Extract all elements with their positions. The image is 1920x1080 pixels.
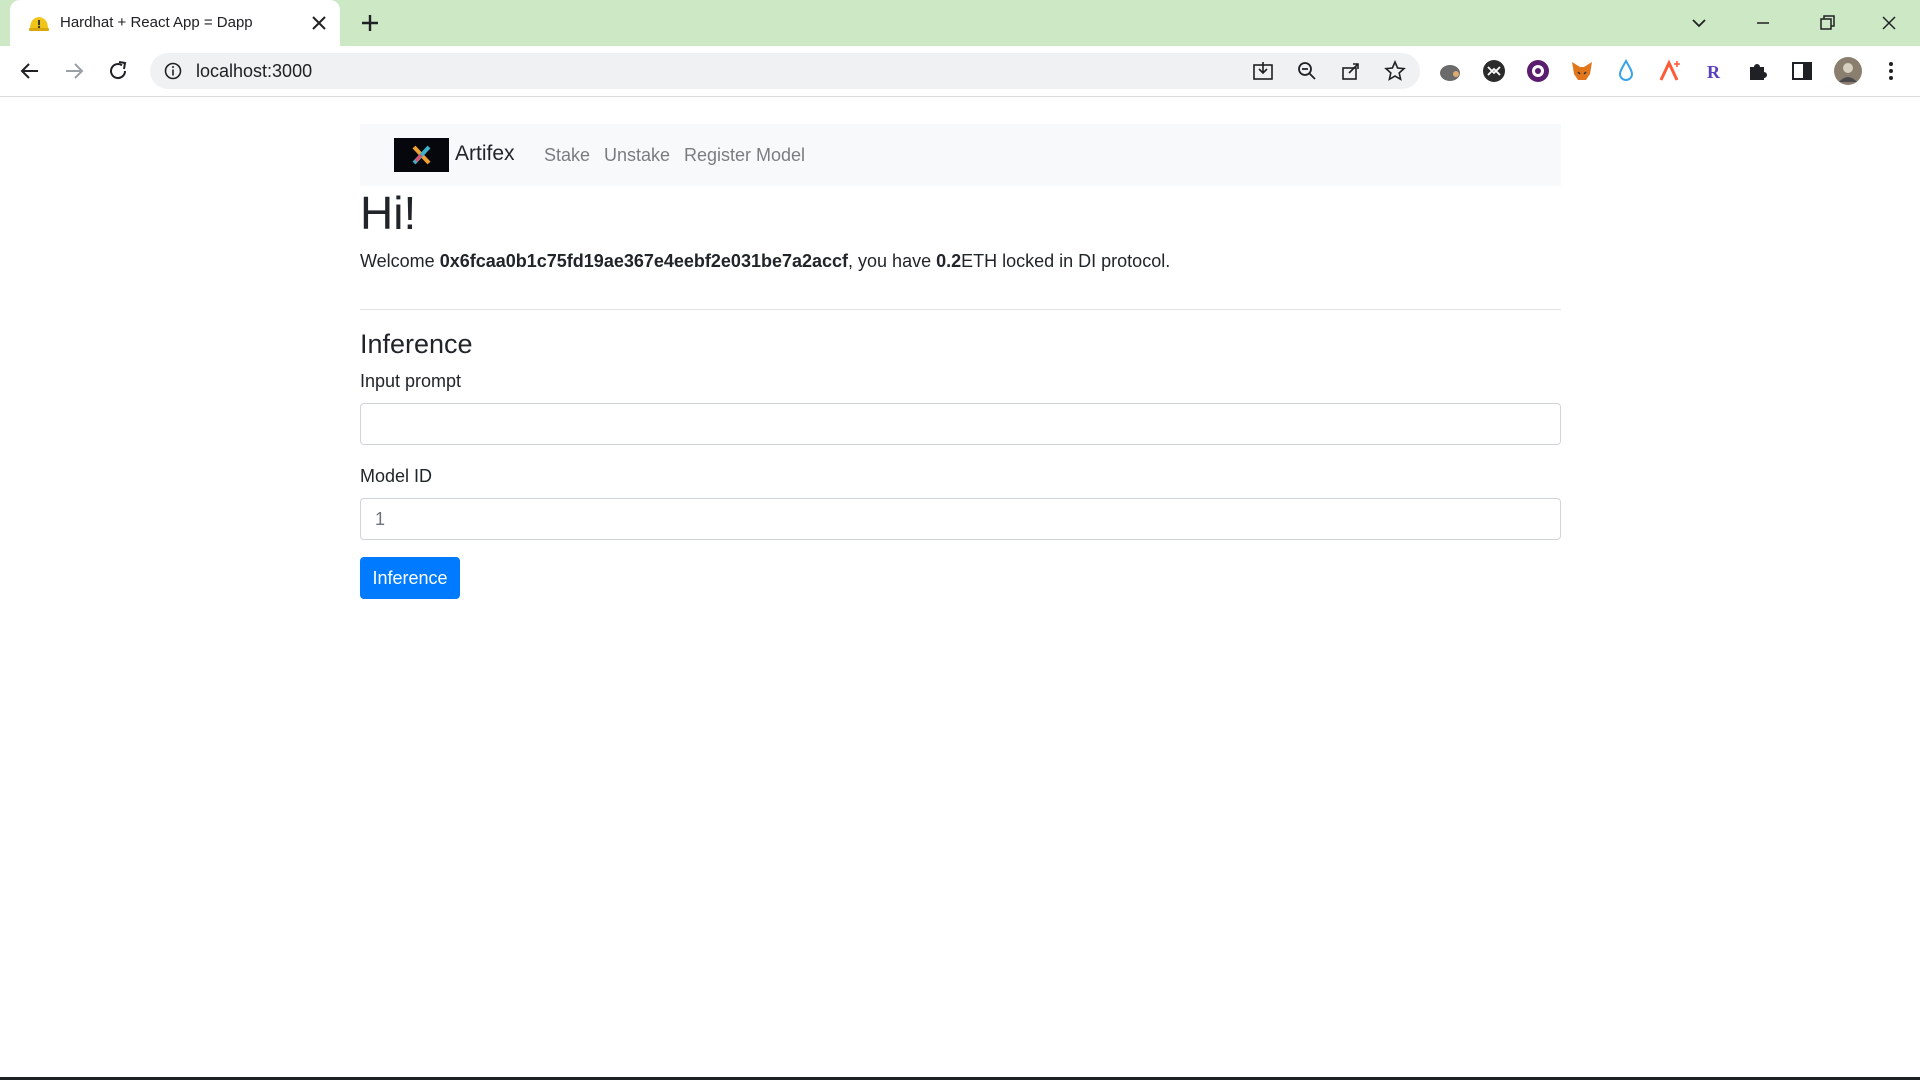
model-id-label: Model ID: [360, 466, 433, 486]
wallet-extension-icon[interactable]: [1481, 58, 1507, 84]
close-window-icon[interactable]: [1878, 12, 1900, 34]
minimize-icon[interactable]: [1752, 12, 1774, 34]
welcome-middle: , you have: [848, 251, 937, 271]
zoom-icon[interactable]: [1296, 60, 1318, 82]
hedgehog-extension-icon[interactable]: [1437, 58, 1463, 84]
inference-title: Inference: [360, 329, 473, 359]
welcome-message: Welcome 0x6fcaa0b1c75fd19ae367e4eebf2e03…: [360, 251, 1170, 272]
url-text[interactable]: localhost:3000: [196, 61, 312, 82]
browser-menu-icon[interactable]: [1878, 58, 1904, 84]
close-tab-icon[interactable]: [310, 14, 328, 32]
wallet-address: 0x6fcaa0b1c75fd19ae367e4eebf2e031be7a2ac…: [439, 251, 849, 271]
drop-extension-icon[interactable]: [1613, 58, 1639, 84]
navbar: Artifex Stake Unstake Register Model: [360, 124, 1561, 186]
bookmark-star-icon[interactable]: [1384, 60, 1406, 82]
restore-icon[interactable]: [1816, 12, 1838, 34]
tab-title: Hardhat + React App = Dapp: [60, 14, 253, 31]
artifex-logo[interactable]: [394, 138, 449, 172]
r-extension-icon[interactable]: R: [1701, 58, 1727, 84]
input-prompt-field[interactable]: [360, 403, 1561, 445]
extensions-puzzle-icon[interactable]: [1745, 58, 1771, 84]
svg-text:R: R: [1707, 62, 1721, 82]
hardhat-favicon-icon: [29, 17, 49, 31]
back-icon[interactable]: [18, 59, 42, 83]
sparkle-extension-icon[interactable]: [1657, 58, 1683, 84]
new-tab-icon[interactable]: [360, 13, 380, 33]
profile-avatar[interactable]: [1833, 56, 1863, 86]
address-bar[interactable]: localhost:3000: [150, 53, 1420, 89]
reload-icon[interactable]: [106, 59, 130, 83]
brand-name[interactable]: Artifex: [455, 142, 515, 166]
inference-button[interactable]: Inference: [360, 557, 460, 599]
browser-tab[interactable]: Hardhat + React App = Dapp: [10, 0, 340, 46]
forward-icon[interactable]: [62, 59, 86, 83]
nav-link-unstake[interactable]: Unstake: [604, 145, 670, 166]
metamask-fox-icon[interactable]: [1569, 58, 1595, 84]
side-panel-icon[interactable]: [1789, 58, 1815, 84]
browser-tabstrip: Hardhat + React App = Dapp: [0, 0, 1920, 46]
welcome-suffix: ETH locked in DI protocol.: [961, 251, 1171, 271]
shield-extension-icon[interactable]: [1525, 58, 1551, 84]
nav-link-register-model[interactable]: Register Model: [684, 145, 805, 166]
input-prompt-label: Input prompt: [360, 371, 462, 391]
browser-toolbar: localhost:3000 R: [0, 46, 1920, 97]
locked-amount: 0.2: [936, 251, 962, 271]
site-info-icon[interactable]: [164, 62, 182, 80]
welcome-prefix: Welcome: [360, 251, 440, 271]
share-icon[interactable]: [1340, 60, 1362, 82]
tab-search-chevron-icon[interactable]: [1688, 12, 1710, 34]
divider: [360, 309, 1561, 310]
nav-link-stake[interactable]: Stake: [544, 145, 590, 166]
model-id-field[interactable]: [360, 498, 1561, 540]
install-app-icon[interactable]: [1252, 60, 1274, 82]
greeting-heading: Hi!: [360, 187, 417, 239]
